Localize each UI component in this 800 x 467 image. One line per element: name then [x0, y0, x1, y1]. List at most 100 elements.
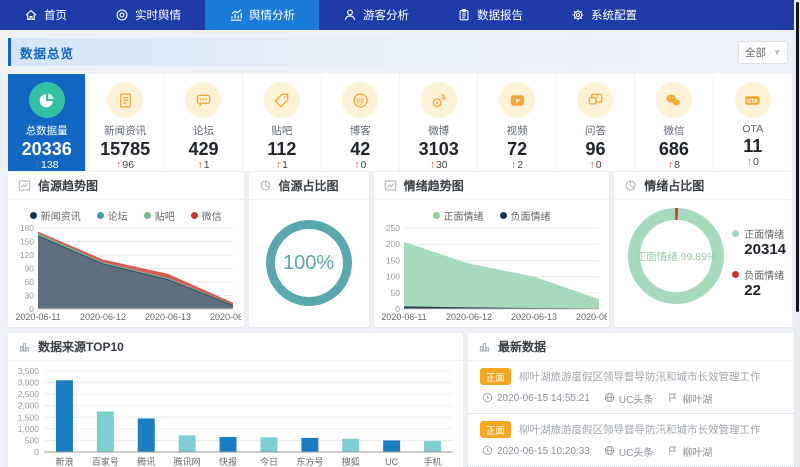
nav-item-4[interactable]: 游客分析	[319, 0, 433, 30]
stat-delta: ↑30	[400, 159, 477, 171]
legend-item[interactable]: 负面情绪	[500, 207, 551, 223]
latest-item-meta: 2020-06-15 14:55:21UC头条柳叶湖	[480, 391, 800, 406]
sentiment-trend-header: 情绪趋势图	[374, 172, 610, 200]
sentiment-trend-panel: 情绪趋势图 正面情绪负面情绪 0501001502002502020-06-11…	[374, 172, 610, 327]
user-icon	[343, 8, 357, 22]
nav-item-5[interactable]: 数据报告	[433, 0, 547, 30]
nav-item-3[interactable]: 舆情分析	[205, 0, 319, 30]
svg-text:2,500: 2,500	[18, 389, 40, 399]
latest-data-item[interactable]: 正面柳叶湖旅游度假区领导督导防汛和城市长效管理工作2020-06-15 14:5…	[468, 361, 800, 414]
weibo-icon	[421, 82, 457, 118]
nav-item-2[interactable]: 实时舆情	[91, 0, 205, 30]
sentiment-ratio-header: 情绪占比图	[614, 172, 792, 200]
up-arrow-icon: ↑	[35, 159, 40, 171]
section-header: 数据总览	[8, 38, 728, 66]
sentiment-ratio-panel: 情绪占比图 正面情绪 99.89% 正面情绪20314负面情绪22	[614, 172, 792, 327]
svg-text:2020-06-14: 2020-06-14	[210, 312, 241, 322]
stat-value: 3103	[400, 139, 477, 159]
up-arrow-icon: ↑	[197, 159, 202, 171]
stat-card[interactable]: 论坛429↑1	[165, 74, 243, 171]
stat-card[interactable]: 视频72↑2	[478, 74, 556, 171]
scrollbar-thumb[interactable]	[796, 2, 799, 312]
svg-text:30: 30	[25, 291, 35, 301]
legend-item[interactable]: 贴吧	[144, 207, 175, 223]
stat-delta-value: 8	[674, 159, 680, 171]
sentiment-badge: 正面	[480, 421, 511, 438]
sentiment-ratio-title: 情绪占比图	[644, 177, 704, 194]
stat-value: 96	[557, 139, 634, 159]
sentiment-badge: 正面	[480, 368, 511, 385]
stat-label: 论坛	[165, 123, 242, 138]
nav-item-1[interactable]: 首页	[0, 0, 91, 30]
stat-label: 视频	[478, 123, 555, 138]
clock-icon	[482, 445, 493, 459]
pie-chart-icon	[624, 179, 637, 192]
sentiment-legend-group: 负面情绪22	[732, 267, 786, 299]
latest-data-list: 正面柳叶湖旅游度假区领导督导防汛和城市长效管理工作2020-06-15 14:5…	[468, 361, 800, 467]
home-icon	[24, 8, 38, 22]
stat-delta-value: 0	[596, 159, 602, 171]
svg-text:250: 250	[386, 223, 400, 233]
ota-icon: OTA	[735, 82, 771, 118]
source-trend-legend: 新闻资讯论坛贴吧 微信	[8, 207, 244, 223]
stat-cards-row: 总数据量20336↑138新闻资讯15785↑96论坛429↑1贴吧112↑1@…	[8, 74, 792, 167]
stat-delta: ↑2	[478, 159, 555, 171]
stat-value: 42	[322, 139, 399, 159]
sentiment-ratio-body: 正面情绪 99.89% 正面情绪20314负面情绪22	[614, 200, 792, 310]
svg-text:150: 150	[386, 255, 400, 265]
latest-data-title: 最新数据	[498, 338, 546, 355]
legend-item[interactable]: 新闻资讯	[30, 207, 81, 223]
stat-delta-value: 2	[517, 159, 523, 171]
legend-item[interactable]: 负面情绪	[732, 267, 786, 282]
nav-item-label: 舆情分析	[249, 7, 295, 23]
nav-item-6[interactable]: 系统配置	[547, 0, 661, 30]
legend-item[interactable]: 微信	[191, 207, 222, 223]
svg-text:1,500: 1,500	[18, 412, 40, 422]
legend-item[interactable]: 正面情绪	[732, 226, 786, 241]
legend-label: 微信	[202, 208, 222, 223]
source-ratio-header: 信源占比图	[249, 172, 369, 200]
stat-card[interactable]: ?问答96↑0	[557, 74, 635, 171]
up-arrow-icon: ↑	[116, 159, 121, 171]
legend-item[interactable]: 正面情绪	[433, 207, 484, 223]
target-icon	[115, 8, 129, 22]
svg-text:东方号: 东方号	[296, 456, 323, 467]
stat-delta: ↑96	[86, 159, 163, 171]
svg-text:50: 50	[390, 288, 400, 298]
stat-card[interactable]: 微博3103↑30	[400, 74, 478, 171]
stat-card[interactable]: 贴吧112↑1	[243, 74, 321, 171]
meta-text: 柳叶湖	[682, 391, 712, 406]
stat-value: 112	[243, 139, 320, 159]
globe-icon	[604, 445, 615, 459]
sentiment-trend-title: 情绪趋势图	[404, 177, 464, 194]
latest-item-top: 正面柳叶湖旅游度假区领导督导防汛和城市长效管理工作	[480, 421, 800, 438]
stat-card[interactable]: @博客42↑0	[322, 74, 400, 171]
top-navbar: 首页实时舆情 舆情分析 游客分析 数据报告 系统配置	[0, 0, 800, 30]
stat-card[interactable]: OTAOTA11↑0	[714, 74, 792, 171]
stat-delta-value: 1	[282, 159, 288, 171]
legend-dot	[191, 212, 198, 219]
stat-card[interactable]: 微信686↑8	[635, 74, 713, 171]
globe-icon	[604, 392, 615, 406]
stat-delta: ↑0	[322, 159, 399, 171]
stat-label: 微信	[635, 123, 712, 138]
stat-card[interactable]: 新闻资讯15785↑96	[86, 74, 164, 171]
sentiment-ratio-legend: 正面情绪20314负面情绪22	[732, 226, 786, 308]
legend-dot	[97, 212, 104, 219]
latest-item-meta: 2020-06-15 10:20:33UC头条柳叶湖	[480, 444, 800, 459]
sentiment-ratio-donut: 正面情绪 99.89%	[622, 202, 730, 310]
latest-item-source: UC头条	[604, 391, 653, 406]
nav-item-label: 数据报告	[477, 7, 523, 23]
stat-delta: ↑138	[8, 159, 85, 171]
legend-item[interactable]: 论坛	[97, 207, 128, 223]
site-icon	[667, 392, 678, 406]
stat-card[interactable]: 总数据量20336↑138	[8, 74, 86, 171]
svg-text:2020-06-12: 2020-06-12	[80, 312, 126, 322]
latest-item-top: 正面柳叶湖旅游度假区领导督导防汛和城市长效管理工作	[480, 368, 800, 385]
stat-label: 博客	[322, 123, 399, 138]
stat-delta: ↑0	[557, 159, 634, 171]
latest-data-item[interactable]: 正面柳叶湖旅游度假区领导督导防汛和城市长效管理工作 2020-06-15 10:2…	[468, 414, 800, 467]
scope-filter-select[interactable]: 全部 ▼	[738, 41, 788, 64]
svg-text:快报: 快报	[219, 456, 237, 467]
nav-item-label: 系统配置	[591, 7, 637, 23]
